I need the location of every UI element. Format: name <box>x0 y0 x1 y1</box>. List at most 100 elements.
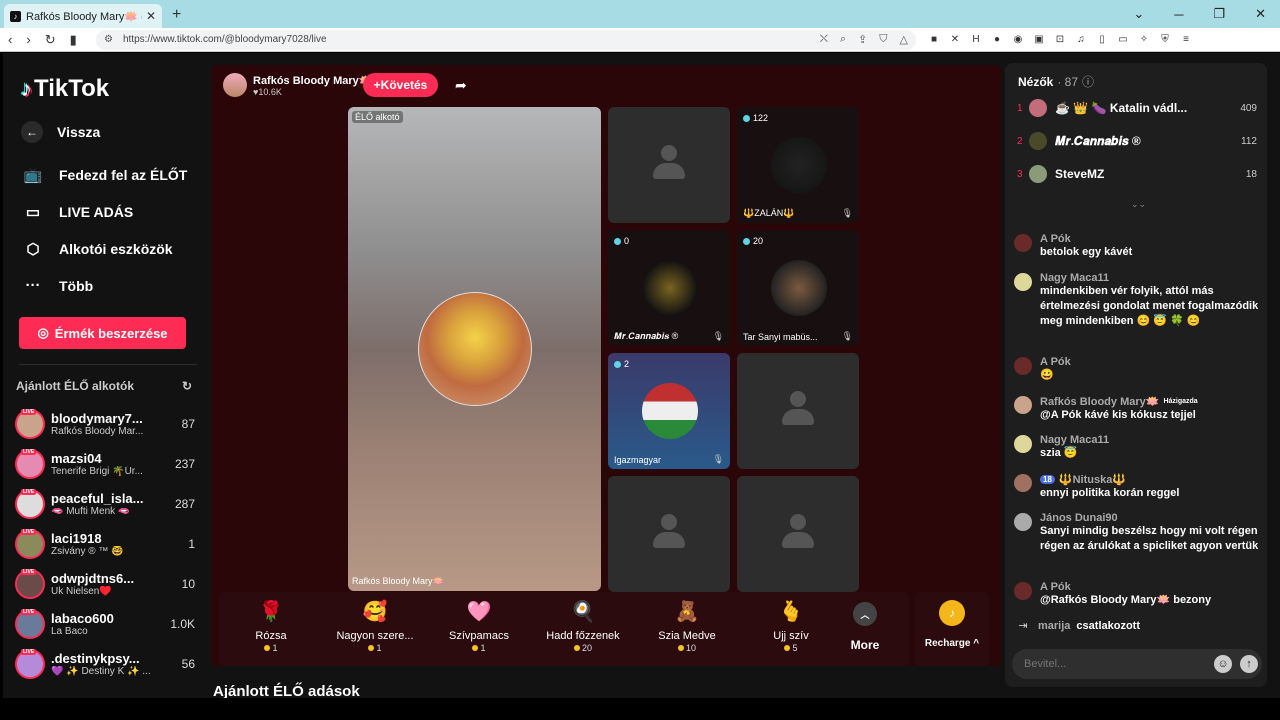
gift-item[interactable]: 🌹 Rózsa 1 <box>219 596 323 666</box>
gift-item[interactable]: 🥰 Nagyon szere... 1 <box>323 596 427 666</box>
chat-user[interactable]: Rafkós Bloody Mary🪷 <box>1040 395 1159 408</box>
music-icon[interactable]: ♫ <box>1075 34 1087 46</box>
help-icon[interactable]: ⓘ <box>1082 73 1094 90</box>
chat-user[interactable]: A Pók <box>1040 233 1071 245</box>
share-page-icon[interactable]: ⇪ <box>858 33 867 46</box>
emoji-icon[interactable]: ☺ <box>1214 655 1232 673</box>
chat-message: 18 🔱Nituska🔱 ennyi politika korán reggel <box>1014 473 1260 501</box>
avatar[interactable] <box>1014 396 1032 414</box>
tab-search-icon[interactable]: ⌄ <box>1133 6 1144 22</box>
url-box[interactable]: ⚙ https://www.tiktok.com/@bloodymary7028… <box>96 29 916 50</box>
sparkle-icon[interactable]: ✧ <box>1138 34 1150 46</box>
guest-slot[interactable] <box>737 476 859 592</box>
top-viewer-row[interactable]: 1 ☕ 👑 🍆 Katalin vádl... 409 <box>1017 99 1257 117</box>
recharge-button[interactable]: ♪ Recharge ^ <box>915 592 989 666</box>
chat-user[interactable]: János Dunai90 <box>1040 512 1118 524</box>
recommended-creator[interactable]: LIVE labaco600 La Baco 1.0K <box>15 605 195 643</box>
extension-icon[interactable]: ▣ <box>1033 34 1045 46</box>
back-link[interactable]: ← Vissza <box>21 121 100 143</box>
chat-user[interactable]: A Pók <box>1040 581 1071 593</box>
gift-item[interactable]: 🩷 Szívpamacs 1 <box>427 596 531 666</box>
guest-slot[interactable]: 122 🔱ZALÁN🔱 🎙 <box>737 107 859 223</box>
sidebar-icon[interactable]: ▯ <box>1096 34 1108 46</box>
avatar[interactable] <box>1014 273 1032 291</box>
extension-icon[interactable]: ● <box>991 34 1003 46</box>
gift-price: 1 <box>472 643 486 653</box>
top-viewer-row[interactable]: 2 𝑴𝒓.𝑪𝒂𝒏𝒏𝒂𝒃𝒊𝒔 ® 112 <box>1017 132 1257 150</box>
tiktok-logo[interactable]: ♪ TikTok <box>21 75 109 103</box>
nav-creator-tools[interactable]: ⬡ Alkotói eszközök <box>21 240 172 258</box>
share-icon[interactable]: ➦ <box>455 77 467 94</box>
url-text[interactable]: https://www.tiktok.com/@bloodymary7028/l… <box>123 34 808 45</box>
avatar[interactable] <box>1014 357 1032 375</box>
menu-icon[interactable]: ≡ <box>1180 34 1192 46</box>
extension-icon[interactable]: H <box>970 34 982 46</box>
avatar[interactable] <box>1014 474 1032 492</box>
gift-item[interactable]: 🫰 Ujj szív 5 <box>739 596 843 666</box>
recommended-creator[interactable]: LIVE mazsi04 Tenerife Brigi 🌴Úr... 237 <box>15 445 195 483</box>
follow-button[interactable]: +Követés <box>363 73 438 97</box>
guest-slot[interactable]: 20 Tar Sanyi mabüs... 🎙 <box>737 230 859 346</box>
host-info[interactable]: Rafkós Bloody Mary🪷 ♥10.6K <box>223 73 372 97</box>
extension-icon[interactable]: ✕ <box>949 34 961 46</box>
zoom-icon[interactable]: ⌕ <box>840 33 846 46</box>
recommended-creator[interactable]: LIVE bloodymary7... Rafkós Bloody Mar...… <box>15 405 195 443</box>
shield-icon[interactable]: ⛉ <box>879 33 887 46</box>
reload-icon[interactable]: ↻ <box>45 32 56 48</box>
chat-input[interactable] <box>1024 658 1214 670</box>
guest-slot[interactable] <box>737 353 859 469</box>
more-gifts-button[interactable]: ︿ More <box>843 596 887 666</box>
vpn-icon[interactable]: ⛨ <box>1159 34 1171 46</box>
guest-slot[interactable]: 0 𝑴𝒓.𝑪𝒂𝒏𝒏𝒂𝒃𝒊𝒔 ® 🎙 <box>608 230 730 346</box>
avatar[interactable] <box>1014 234 1032 252</box>
extension-icon[interactable]: ⊡ <box>1054 34 1066 46</box>
guest-slot[interactable] <box>608 107 730 223</box>
avatar[interactable] <box>1014 582 1032 600</box>
gift-item[interactable]: 🍳 Hadd főzzenek 20 <box>531 596 635 666</box>
refresh-icon[interactable]: ↻ <box>182 379 192 393</box>
avatar[interactable] <box>1014 513 1032 531</box>
wallet-icon[interactable]: ▭ <box>1117 34 1129 46</box>
host-name[interactable]: Rafkós Bloody Mary🪷 <box>253 74 372 87</box>
restore-icon[interactable]: ❐ <box>1213 6 1225 22</box>
extension-icon[interactable]: ◉ <box>1012 34 1024 46</box>
host-likes: ♥10.6K <box>253 86 282 97</box>
guest-slot[interactable] <box>608 476 730 592</box>
chat-user[interactable]: Nagy Maca11 <box>1040 272 1109 284</box>
nav-go-live[interactable]: ▭ LIVE ADÁS <box>21 203 133 221</box>
recommended-creator[interactable]: LIVE odwpjdtns6... Uk Nielsen♥️ 10 <box>15 565 195 603</box>
get-coins-button[interactable]: ◎ Érmék beszerzése <box>19 317 186 349</box>
extension-icon[interactable]: ■ <box>928 34 940 46</box>
send-icon[interactable]: ↑ <box>1240 655 1258 673</box>
bookmark-icon[interactable]: ▮ <box>70 32 77 48</box>
browser-tab[interactable]: ♪ Rafkós Bloody Mary🪷 (@blo ✕ <box>4 4 162 28</box>
forward-arrow-icon[interactable]: › <box>26 32 30 48</box>
host-avatar[interactable] <box>223 73 247 97</box>
chat-user[interactable]: 🔱Nituska🔱 <box>1059 473 1126 486</box>
close-window-icon[interactable]: ✕ <box>1255 6 1266 22</box>
back-arrow-icon[interactable]: ‹ <box>8 32 12 48</box>
nav-explore-live[interactable]: 📺 Fedezd fel az ÉLŐT <box>21 166 188 184</box>
chat-user[interactable]: A Pók <box>1040 356 1071 368</box>
warning-icon[interactable]: △ <box>900 33 908 46</box>
chat-message: János Dunai90 Sanyi mindig beszélsz hogy … <box>1014 512 1260 554</box>
new-tab-icon[interactable]: + <box>172 6 181 24</box>
avatar[interactable] <box>1014 435 1032 453</box>
recommended-creator[interactable]: LIVE .destinykpsy... 💜 ✨ Destiny K ✨ ...… <box>15 645 195 683</box>
translate-icon[interactable]: ⛌ <box>820 33 828 46</box>
top-viewer-row[interactable]: 3 SteveMZ 18 <box>1017 165 1257 183</box>
guest-name: Igazmagyar <box>614 455 662 465</box>
main-video[interactable]: ÉLŐ alkotó Rafkós Bloody Mary🪷 <box>348 107 601 591</box>
nav-more[interactable]: ··· Több <box>21 277 94 294</box>
minimize-icon[interactable]: ─ <box>1174 7 1183 22</box>
site-info-icon[interactable]: ⚙ <box>104 34 113 45</box>
close-tab-icon[interactable]: ✕ <box>146 9 156 23</box>
more-label: More <box>850 638 880 652</box>
tab-title: Rafkós Bloody Mary🪷 (@blo <box>26 10 142 23</box>
guest-slot[interactable]: 2 Igazmagyar 🎙 <box>608 353 730 469</box>
recommended-creator[interactable]: LIVE peaceful_isla... 🫦 Mufti Menk 🫦 287 <box>15 485 195 523</box>
chevron-down-icon[interactable]: ⌄⌄ <box>1131 199 1146 210</box>
recommended-creator[interactable]: LIVE laci1918 Zsivány ® ™ 🤓 1 <box>15 525 195 563</box>
gift-item[interactable]: 🧸 Szia Medve 10 <box>635 596 739 666</box>
chat-user[interactable]: Nagy Maca11 <box>1040 434 1109 446</box>
